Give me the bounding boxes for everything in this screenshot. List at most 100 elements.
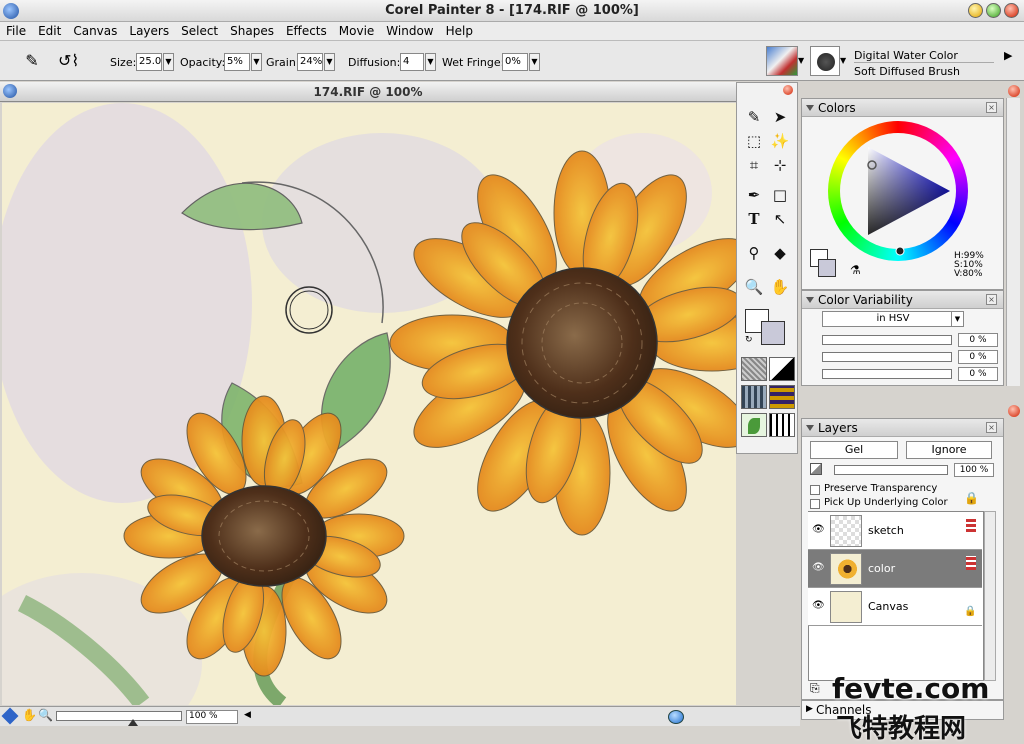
dropper-tool-icon[interactable]: ⚲ [741,241,767,265]
toolbox-close-icon[interactable] [783,85,793,95]
layers-panel-close-icon[interactable]: × [986,422,997,433]
pattern-selector-icon[interactable] [741,385,767,409]
opacity-field[interactable]: 5% [224,53,250,71]
text-tool-icon[interactable]: T [741,207,767,231]
magnifier-tool-icon[interactable]: 🔍 [741,275,767,299]
layer-name: sketch [868,524,904,537]
menu-effects[interactable]: Effects [280,22,333,38]
size-dropdown-icon[interactable]: ▼ [163,53,174,71]
rectangular-selection-icon[interactable]: ⬚ [741,129,767,153]
pick-up-underlying-color-checkbox[interactable] [810,499,820,509]
wet-fringe-dropdown-icon[interactable]: ▼ [529,53,540,71]
gradient-selector-icon[interactable] [769,357,795,381]
maximize-button[interactable] [986,3,1001,18]
color-variability-close-icon[interactable]: × [986,294,997,305]
brush-variant-icon[interactable] [810,46,840,76]
color-variability-header[interactable]: Color Variability [802,291,1003,309]
look-selector-icon[interactable] [769,413,795,437]
grain-dropdown-icon[interactable]: ▼ [324,53,335,71]
visibility-eye-icon[interactable]: 👁 [812,562,825,573]
lock-layer-icon[interactable]: 🔒 [964,491,979,505]
zoom-slider-thumb[interactable] [128,719,138,726]
swap-colors-icon[interactable]: ↻ [745,335,753,345]
layer-opacity-slider[interactable] [834,465,948,475]
layer-adjuster-tool-icon[interactable]: ➤ [767,105,793,129]
nozzle-selector-icon[interactable] [741,413,767,437]
grain-field[interactable]: 24% [297,53,323,71]
layers-dock-close-icon[interactable] [1008,405,1020,417]
menu-file[interactable]: File [0,22,32,38]
clone-color-stamp-icon[interactable]: ⚗ [850,263,861,277]
menu-help[interactable]: Help [440,22,479,38]
layer-opacity-value[interactable]: 100 % [954,463,994,477]
opacity-dropdown-icon[interactable]: ▼ [251,53,262,71]
colors-dock-close-icon[interactable] [1008,85,1020,97]
diffusion-field[interactable]: 4 [400,53,424,71]
layer-adjuster-icon[interactable] [1,707,19,725]
colors-dock-scrollbar[interactable] [1006,98,1020,386]
paper-selector-icon[interactable] [741,357,767,381]
colors-panel-header[interactable]: Colors [802,99,1003,117]
additional-color-swatch[interactable] [761,321,785,345]
layer-options-icon[interactable]: ⎘ [810,681,820,696]
brush-tool-icon[interactable]: ✎ [20,51,44,73]
scroll-left-icon[interactable]: ◀ [244,710,251,720]
close-button[interactable] [1004,3,1019,18]
visibility-eye-icon[interactable]: 👁 [812,600,825,611]
magic-wand-icon[interactable]: ✨ [767,129,793,153]
grabber-icon[interactable]: ✋ [22,708,37,722]
menu-edit[interactable]: Edit [32,22,67,38]
saturation-value-triangle[interactable] [828,121,968,261]
layer-row-canvas[interactable]: 👁 Canvas 🔒 [808,588,982,626]
grabber-tool-icon[interactable]: ✋ [767,275,793,299]
menu-window[interactable]: Window [380,22,439,38]
channels-expand-icon[interactable]: ▶ [806,704,813,714]
menu-shapes[interactable]: Shapes [224,22,280,38]
variability-mode-dropdown[interactable]: in HSV ▼ [822,311,964,327]
pen-tool-icon[interactable]: ✒ [741,183,767,207]
menu-select[interactable]: Select [175,22,224,38]
weaving-selector-icon[interactable] [769,385,795,409]
brush-category-icon[interactable] [766,46,798,76]
hue-variability-value[interactable]: 0 % [958,333,998,347]
zoom-slider[interactable] [56,711,182,721]
layer-list-scrollbar[interactable] [984,511,996,681]
reset-tool-icon[interactable]: ↺⌇ [58,51,98,73]
brush-variant-dropdown-icon[interactable]: ▼ [840,46,848,76]
preserve-transparency-checkbox[interactable] [810,485,820,495]
wet-fringe-field[interactable]: 0% [502,53,528,71]
brush-category-dropdown-icon[interactable]: ▼ [798,46,806,76]
layer-row-color[interactable]: 👁 color [808,550,982,588]
hue-variability-slider[interactable] [822,335,952,345]
watercolor-layer-icon [966,556,976,570]
value-variability-value[interactable]: 0 % [958,367,998,381]
pick-up-underlying-color-label: Pick Up Underlying Color [824,497,948,508]
paint-bucket-icon[interactable]: ◆ [767,241,793,265]
layer-row-sketch[interactable]: 👁 sketch [808,512,982,550]
additional-color-chip[interactable] [818,259,836,277]
minimize-button[interactable] [968,3,983,18]
saturation-variability-value[interactable]: 0 % [958,350,998,364]
layers-panel-header[interactable]: Layers [802,419,1003,437]
saturation-variability-slider[interactable] [822,352,952,362]
composite-depth-dropdown[interactable]: Ignore [906,441,992,459]
horizontal-scroll-thumb[interactable] [668,710,684,724]
painting-canvas[interactable] [2,103,736,705]
size-field[interactable]: 25.0 [136,53,162,71]
colors-panel-close-icon[interactable]: × [986,102,997,113]
composite-method-dropdown[interactable]: Gel [810,441,898,459]
value-variability-slider[interactable] [822,369,952,379]
diffusion-dropdown-icon[interactable]: ▼ [425,53,436,71]
brush-tool-icon[interactable]: ✎ [741,105,767,129]
rectangle-shape-icon[interactable]: □ [767,183,793,207]
layer-thumbnail [830,591,862,623]
brush-selector-expand-icon[interactable]: ▶ [1004,49,1012,62]
zoom-icon[interactable]: 🔍 [38,708,53,722]
shape-selection-icon[interactable]: ↖ [767,207,793,231]
menu-movie[interactable]: Movie [333,22,381,38]
selection-adjuster-icon[interactable]: ⊹ [767,153,793,177]
visibility-eye-icon[interactable]: 👁 [812,524,825,535]
menu-layers[interactable]: Layers [123,22,175,38]
crop-tool-icon[interactable]: ⌗ [741,153,767,177]
menu-canvas[interactable]: Canvas [67,22,123,38]
